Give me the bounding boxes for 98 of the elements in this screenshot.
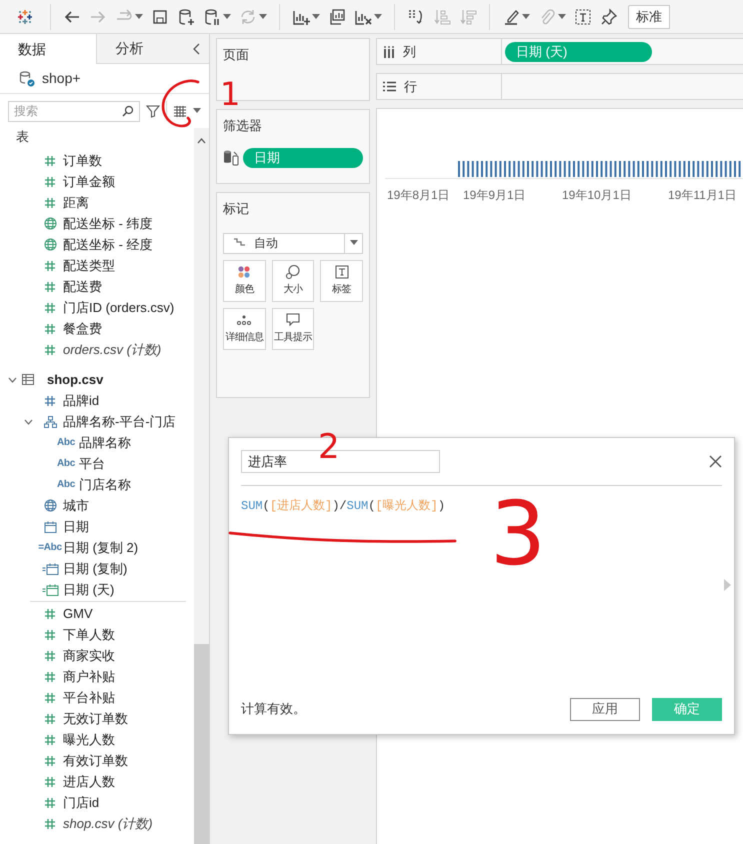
text-box-icon	[574, 8, 592, 26]
table-icon	[22, 374, 34, 385]
dropdown-caret-icon[interactable]	[193, 108, 201, 114]
mark-property-button[interactable]: 工具提示	[272, 308, 314, 350]
text-label-icon	[334, 264, 350, 280]
field-item[interactable]: 品牌名称-平台-门店	[62, 412, 176, 432]
datasource-icon	[18, 70, 36, 88]
field-item[interactable]: 门店名称	[78, 474, 131, 494]
mark-property-button[interactable]: 大小	[272, 260, 314, 302]
dropdown-caret-icon[interactable]	[522, 14, 530, 20]
refresh-icon	[239, 8, 257, 26]
mark-property-button[interactable]: 详细信息	[223, 308, 266, 350]
field-item[interactable]: shop.csv (计数)	[62, 814, 153, 834]
shelf-label: 列	[403, 42, 416, 61]
database-plus-icon	[177, 8, 195, 26]
search-icon	[122, 105, 134, 117]
field-item[interactable]: 日期	[62, 516, 89, 536]
field-item[interactable]: 日期 (天)	[62, 580, 114, 600]
save-icon	[151, 8, 169, 26]
field-item[interactable]: 平台补贴	[62, 688, 115, 708]
card-title: 页面	[223, 46, 250, 64]
data-type-label: Abc	[57, 457, 75, 471]
card-title: 标记	[223, 200, 250, 218]
view-size-dropdown[interactable]: 标准	[628, 4, 670, 28]
speech-bubble-icon	[284, 312, 301, 328]
axis-label: 19年9月1日	[463, 187, 526, 204]
axis-label: 19年10月1日	[562, 187, 632, 204]
field-item[interactable]: 曝光人数	[62, 730, 115, 750]
axis-label: 19年11月1日	[668, 187, 736, 204]
collapse-chevron-icon[interactable]	[193, 42, 201, 54]
scroll-up-icon[interactable]	[197, 138, 206, 144]
field-item[interactable]: 门店ID (orders.csv)	[62, 298, 174, 318]
pin-icon	[600, 8, 618, 26]
handwritten-number: 1	[220, 78, 240, 110]
expand-chevron-icon[interactable]	[8, 376, 17, 382]
columns-icon	[383, 46, 395, 58]
expand-chevron-icon[interactable]	[24, 418, 33, 424]
shelf-label: 行	[404, 78, 417, 96]
datasource-filter-icon	[223, 148, 241, 166]
apply-button[interactable]: 应用	[570, 698, 640, 720]
field-item[interactable]: 有效订单数	[62, 750, 128, 770]
field-item[interactable]: 门店id	[62, 792, 100, 812]
search-box[interactable]: 搜索	[8, 100, 140, 122]
field-item[interactable]: 配送坐标 - 经度	[62, 234, 153, 254]
search-field[interactable]: 搜索	[14, 102, 122, 120]
scrollbar-thumb[interactable]	[194, 644, 209, 844]
sort-ascending-icon	[433, 8, 451, 26]
field-item[interactable]: 订单金额	[62, 172, 115, 192]
field-item[interactable]: 配送类型	[62, 256, 115, 276]
grid-view-icon[interactable]	[173, 105, 187, 117]
validation-status: 计算有效。	[241, 700, 307, 718]
mark-type-dropdown[interactable]: 自动	[223, 232, 363, 254]
field-item[interactable]: 商家实收	[62, 646, 115, 666]
field-item[interactable]: 日期 (复制)	[62, 558, 128, 578]
field-item[interactable]: 订单数	[62, 150, 102, 170]
field-item[interactable]: 配送费	[62, 276, 102, 296]
field-item[interactable]: 品牌名称	[78, 432, 131, 452]
database-pause-icon	[203, 8, 221, 26]
dropdown-caret-icon[interactable]	[374, 14, 382, 20]
data-type-label: Abc	[57, 478, 75, 492]
tableau-logo-icon	[16, 8, 34, 26]
pen-icon	[502, 8, 520, 26]
rows-icon	[383, 81, 396, 92]
close-icon[interactable]	[709, 455, 722, 468]
duplicate-chart-icon	[328, 8, 346, 26]
field-item[interactable]: 城市	[62, 496, 89, 516]
field-item[interactable]: 进店人数	[62, 772, 115, 792]
dropdown-caret-icon[interactable]	[223, 14, 231, 20]
swap-icon	[407, 8, 425, 26]
filter-icon[interactable]	[146, 104, 160, 118]
field-item[interactable]: 餐盒费	[62, 318, 102, 338]
field-item[interactable]: 下单人数	[62, 624, 115, 644]
card-title: 筛选器	[223, 117, 263, 135]
field-item[interactable]: 日期 (复制 2)	[62, 538, 138, 558]
sort-descending-icon	[459, 8, 477, 26]
data-type-label: =Abc	[38, 541, 62, 555]
data-type-label: Abc	[57, 436, 75, 450]
datasource-name[interactable]: shop+	[42, 68, 81, 89]
size-circles-icon	[284, 264, 301, 280]
color-dots-icon	[236, 264, 252, 280]
formula-editor[interactable]: SUM([进店人数])/SUM([曝光人数])	[241, 497, 446, 515]
dropdown-caret-icon[interactable]	[350, 240, 358, 246]
field-item[interactable]: 平台	[78, 454, 105, 474]
field-item[interactable]: orders.csv (计数)	[62, 340, 162, 360]
mark-property-button[interactable]: 标签	[320, 260, 363, 302]
table-name[interactable]: shop.csv	[47, 370, 104, 390]
mark-property-button[interactable]: 颜色	[223, 260, 266, 302]
section-title: 表	[15, 128, 30, 146]
pane-tab[interactable]: 分析	[96, 34, 193, 64]
field-item[interactable]: 距离	[62, 192, 89, 212]
field-item[interactable]: GMV	[62, 604, 93, 624]
field-item[interactable]: 无效订单数	[62, 708, 128, 728]
field-item[interactable]: 品牌id	[62, 390, 100, 410]
field-item[interactable]: 配送坐标 - 纬度	[62, 214, 153, 234]
handwritten-number: 3	[490, 490, 546, 578]
field-item[interactable]: 商户补贴	[62, 666, 115, 686]
axis-label: 19年8月1日	[387, 187, 450, 204]
dropdown-caret-icon[interactable]	[312, 14, 320, 20]
